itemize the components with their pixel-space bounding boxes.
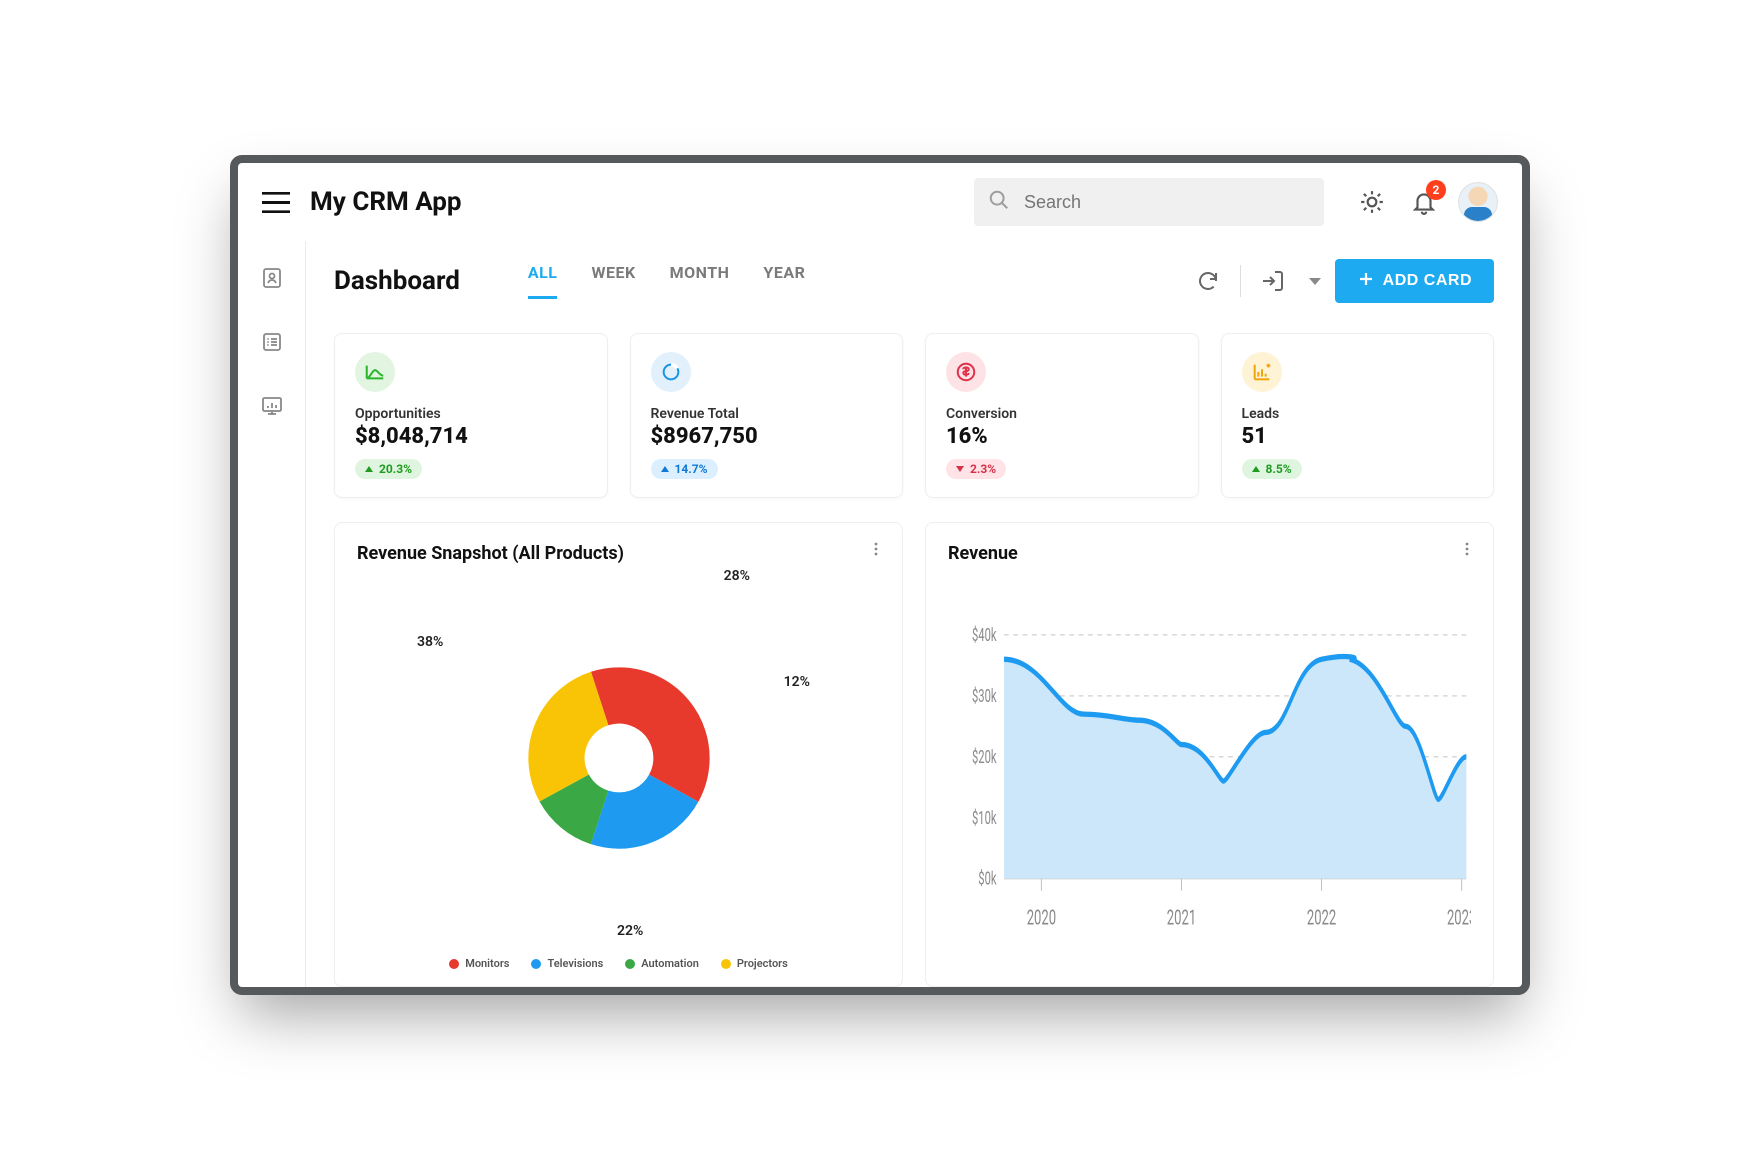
revenue-card: Revenue [925, 522, 1494, 987]
export-dropdown-icon[interactable] [1309, 278, 1321, 285]
kpi-delta: 14.7% [651, 459, 718, 479]
card-menu-icon[interactable] [1459, 541, 1475, 561]
kpi-label: Leads [1242, 406, 1474, 422]
legend-televisions: Televisions [531, 957, 603, 970]
kpi-row: Opportunities $8,048,714 20.3% Revenue T… [334, 333, 1494, 498]
kpi-value: 51 [1242, 424, 1474, 449]
main-content: Dashboard ALL WEEK MONTH YEAR [306, 241, 1522, 987]
kpi-value: 16% [946, 424, 1178, 449]
legend-monitors: Monitors [449, 957, 509, 970]
slice-label-televisions: 22% [617, 923, 643, 939]
revenue-snapshot-card: Revenue Snapshot (All Products) [334, 522, 903, 987]
svg-text:$20k: $20k [972, 746, 997, 768]
menu-icon[interactable] [262, 192, 290, 212]
add-card-button[interactable]: ADD CARD [1335, 259, 1494, 303]
kpi-delta: 2.3% [946, 459, 1006, 479]
kpi-value: $8967,750 [651, 424, 883, 449]
plus-icon [1357, 270, 1375, 293]
theme-toggle-icon[interactable] [1354, 184, 1390, 220]
toolbar-divider [1240, 265, 1241, 297]
tab-year[interactable]: YEAR [763, 263, 805, 299]
donut-legend: Monitors Televisions Automation Projecto… [357, 957, 880, 970]
card-title: Revenue [948, 543, 1471, 564]
leads-icon [1242, 352, 1282, 392]
card-title: Revenue Snapshot (All Products) [357, 543, 880, 564]
charts-row: Revenue Snapshot (All Products) [334, 522, 1494, 987]
kpi-label: Conversion [946, 406, 1178, 422]
kpi-label: Revenue Total [651, 406, 883, 422]
svg-text:2023: 2023 [1447, 906, 1471, 930]
svg-text:$40k: $40k [972, 624, 997, 646]
svg-text:$0k: $0k [978, 868, 996, 890]
app-window: My CRM App 2 [230, 155, 1530, 995]
card-menu-icon[interactable] [868, 541, 884, 561]
kpi-conversion[interactable]: Conversion 16% 2.3% [925, 333, 1199, 498]
revenue-chart: $40k $30k $20k $10k $0k [948, 574, 1471, 970]
page-title: Dashboard [334, 266, 460, 296]
search-icon [988, 189, 1024, 215]
svg-text:2022: 2022 [1307, 906, 1336, 930]
legend-projectors: Projectors [721, 957, 788, 970]
app-title: My CRM App [310, 187, 462, 217]
user-avatar[interactable] [1458, 182, 1498, 222]
range-tabs: ALL WEEK MONTH YEAR [528, 263, 805, 299]
tab-week[interactable]: WEEK [591, 263, 635, 299]
tab-month[interactable]: MONTH [670, 263, 730, 299]
refresh-icon[interactable] [1190, 263, 1226, 299]
top-bar: My CRM App 2 [238, 163, 1522, 241]
sidebar-contacts-icon[interactable] [257, 263, 287, 293]
search-box[interactable] [974, 178, 1324, 226]
slice-label-projectors: 28% [724, 568, 750, 584]
sidebar-list-icon[interactable] [257, 327, 287, 357]
svg-text:2020: 2020 [1027, 906, 1056, 930]
legend-automation: Automation [625, 957, 699, 970]
search-input[interactable] [1024, 192, 1310, 213]
kpi-label: Opportunities [355, 406, 587, 422]
kpi-leads[interactable]: Leads 51 8.5% [1221, 333, 1495, 498]
kpi-value: $8,048,714 [355, 424, 587, 449]
kpi-revenue-total[interactable]: Revenue Total $8967,750 14.7% [630, 333, 904, 498]
sidebar [238, 241, 306, 987]
svg-text:2021: 2021 [1167, 906, 1196, 930]
svg-text:$30k: $30k [972, 685, 997, 707]
kpi-opportunities[interactable]: Opportunities $8,048,714 20.3% [334, 333, 608, 498]
revenue-icon [651, 352, 691, 392]
kpi-delta: 8.5% [1242, 459, 1302, 479]
add-card-label: ADD CARD [1383, 272, 1472, 290]
conversion-icon [946, 352, 986, 392]
svg-text:$10k: $10k [972, 807, 997, 829]
sidebar-analytics-icon[interactable] [257, 391, 287, 421]
notification-badge: 2 [1426, 180, 1446, 200]
page-header: Dashboard ALL WEEK MONTH YEAR [334, 259, 1494, 303]
opportunities-icon [355, 352, 395, 392]
donut-chart: 38% 22% 12% 28% [357, 564, 880, 951]
notifications-icon[interactable]: 2 [1406, 184, 1442, 220]
tab-all[interactable]: ALL [528, 263, 558, 299]
kpi-delta: 20.3% [355, 459, 422, 479]
slice-label-monitors: 38% [417, 634, 443, 650]
slice-label-automation: 12% [784, 674, 810, 690]
export-icon[interactable] [1255, 263, 1291, 299]
